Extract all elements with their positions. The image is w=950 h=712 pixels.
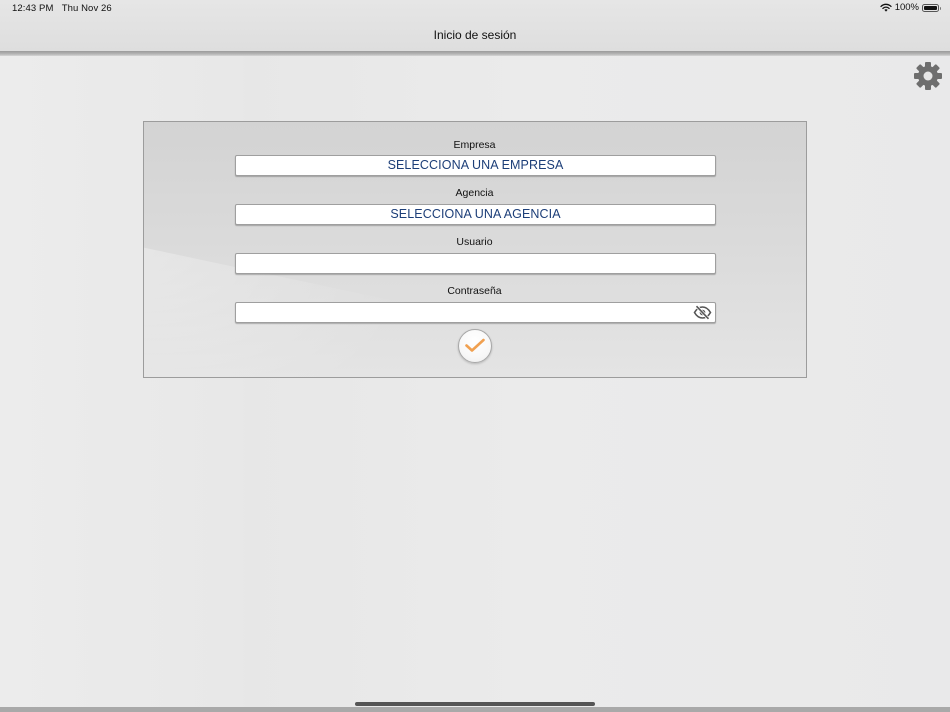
battery-percentage: 100% xyxy=(894,2,919,13)
status-bar: 12:43 PM Thu Nov 26 100% xyxy=(0,0,950,18)
company-label: Empresa xyxy=(453,139,496,151)
agency-select-value: SELECCIONA UNA AGENCIA xyxy=(390,207,561,221)
password-input[interactable] xyxy=(236,303,715,322)
user-label: Usuario xyxy=(456,236,493,248)
login-panel: Empresa SELECCIONA UNA EMPRESA Agencia S… xyxy=(143,121,807,378)
page-title: Inicio de sesión xyxy=(433,28,517,42)
user-field[interactable] xyxy=(235,253,716,274)
checkmark-icon xyxy=(465,338,485,352)
battery-icon xyxy=(922,3,941,12)
status-datetime: 12:43 PM Thu Nov 26 xyxy=(12,3,112,14)
user-input[interactable] xyxy=(236,254,715,273)
status-indicators: 100% xyxy=(880,2,941,13)
agency-label: Agencia xyxy=(455,187,494,199)
status-date: Thu Nov 26 xyxy=(61,3,112,14)
wifi-icon xyxy=(880,3,892,12)
home-indicator[interactable] xyxy=(355,702,595,706)
status-time: 12:43 PM xyxy=(12,3,54,14)
navigation-divider xyxy=(0,51,950,56)
bottom-bar xyxy=(0,707,950,712)
eye-slash-icon[interactable] xyxy=(693,305,712,320)
password-field[interactable] xyxy=(235,302,716,323)
company-select-value: SELECCIONA UNA EMPRESA xyxy=(387,158,564,172)
company-select[interactable]: SELECCIONA UNA EMPRESA xyxy=(235,155,716,176)
submit-button[interactable] xyxy=(458,329,492,363)
gear-icon[interactable] xyxy=(913,61,943,91)
password-label: Contraseña xyxy=(447,285,502,297)
agency-select[interactable]: SELECCIONA UNA AGENCIA xyxy=(235,204,716,225)
battery-level xyxy=(924,5,937,10)
